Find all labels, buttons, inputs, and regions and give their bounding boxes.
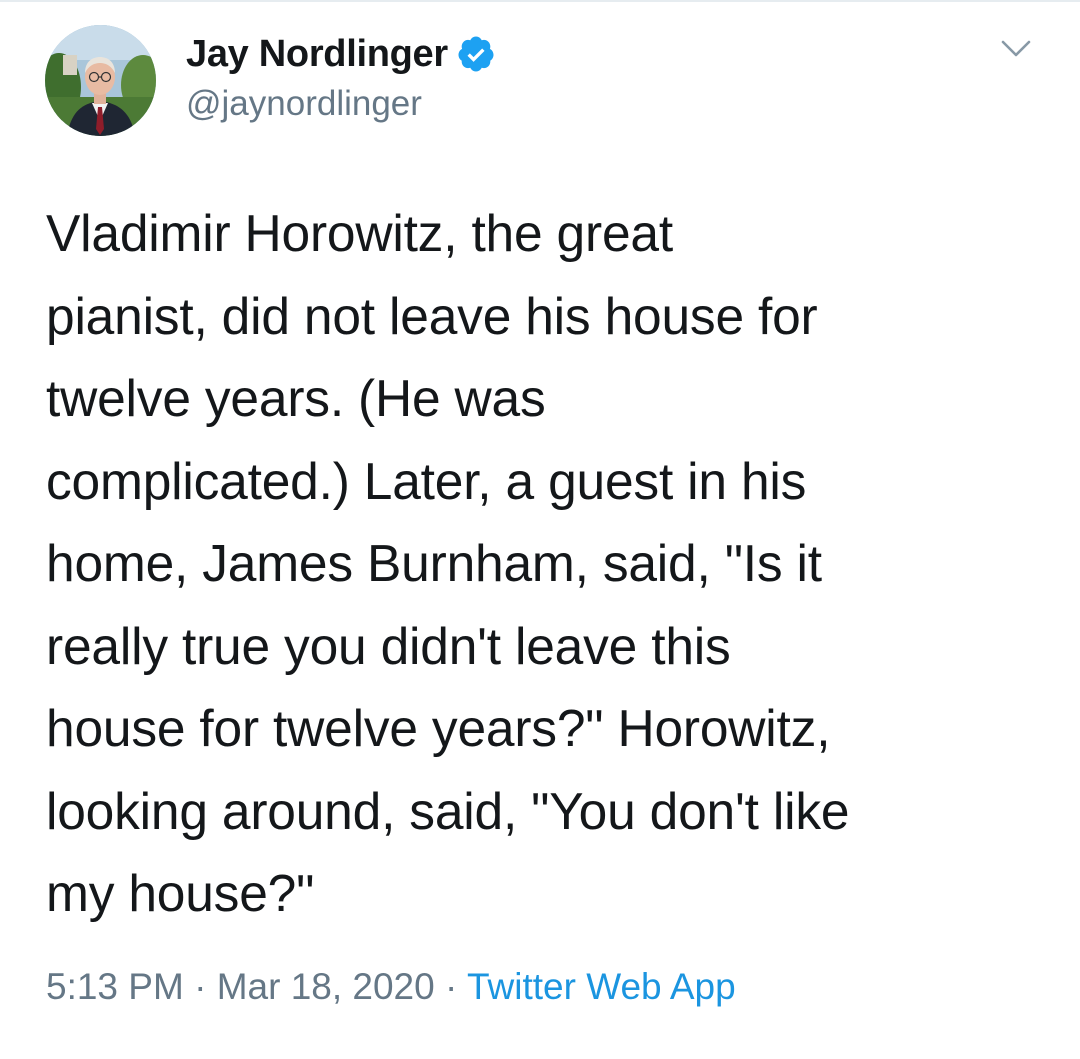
meta-separator: ·: [194, 966, 207, 1007]
tweet-source-link[interactable]: Twitter Web App: [467, 966, 736, 1007]
tweet-card: Jay Nordlinger @jaynordlinger Vladimir H…: [0, 0, 1080, 1059]
tweet-meta: 5:13 PM · Mar 18, 2020 · Twitter Web App: [46, 966, 736, 1008]
author-handle[interactable]: @jaynordlinger: [186, 84, 422, 124]
tweet-time[interactable]: 5:13 PM: [46, 966, 184, 1007]
avatar-photo: [45, 25, 156, 136]
chevron-down-icon[interactable]: [998, 30, 1034, 66]
tweet-text: Vladimir Horowitz, the great pianist, di…: [46, 204, 850, 922]
avatar[interactable]: [45, 25, 156, 136]
author-name-row[interactable]: Jay Nordlinger: [186, 26, 496, 82]
meta-separator: ·: [445, 966, 458, 1007]
tweet-date[interactable]: Mar 18, 2020: [217, 966, 435, 1007]
verified-badge-icon: [456, 34, 496, 74]
author-display-name[interactable]: Jay Nordlinger: [186, 33, 448, 76]
